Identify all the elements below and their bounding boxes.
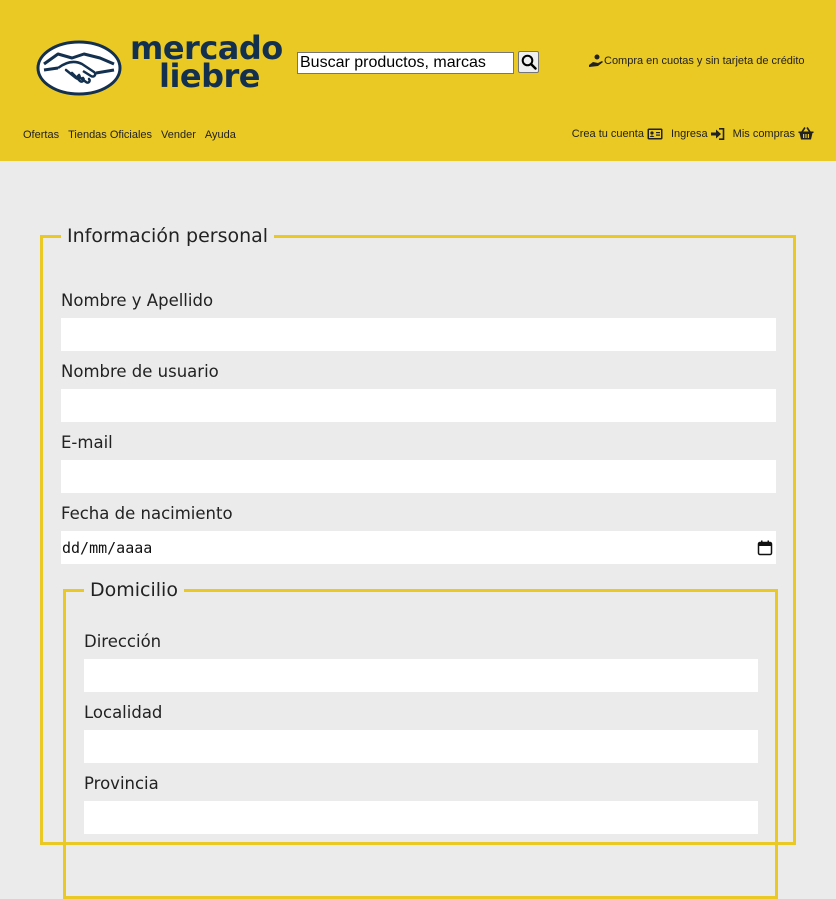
- nav-ingresa[interactable]: Ingresa: [670, 127, 725, 140]
- provincia-input[interactable]: [84, 801, 758, 834]
- search-input[interactable]: [297, 52, 514, 74]
- promo-cuotas: Compra en cuotas y sin tarjeta de crédit…: [588, 54, 805, 68]
- personal-info-fieldset: Información personal Nombre y Apellido N…: [40, 225, 796, 899]
- nav-mis-compras-label: Mis compras: [732, 127, 795, 140]
- domicilio-legend: Domicilio: [90, 579, 178, 601]
- handshake-logo-icon: [36, 40, 122, 96]
- user-nav: Crea tu cuenta Ingresa Mis compras: [572, 127, 814, 140]
- mercado-liebre-logo[interactable]: mercado liebre: [36, 32, 283, 102]
- nav-ofertas[interactable]: Ofertas: [23, 129, 59, 141]
- hand-coin-icon: [589, 54, 603, 67]
- nav-tiendas-oficiales[interactable]: Tiendas Oficiales: [68, 129, 152, 141]
- email-input[interactable]: [61, 460, 776, 493]
- nav-ingresa-label: Ingresa: [670, 127, 708, 140]
- nav-crea-cuenta-label: Crea tu cuenta: [571, 127, 644, 140]
- nav-ayuda[interactable]: Ayuda: [205, 129, 236, 141]
- field-label-fecha-nacimiento: Fecha de nacimiento: [61, 504, 233, 523]
- localidad-input[interactable]: [84, 730, 758, 763]
- personal-info-legend: Información personal: [67, 225, 269, 247]
- field-label-nombre-apellido: Nombre y Apellido: [61, 291, 214, 310]
- sign-in-icon: [710, 127, 724, 140]
- logo-wordmark: mercado liebre: [130, 32, 283, 92]
- field-label-direccion: Dirección: [84, 632, 162, 651]
- direccion-input[interactable]: [84, 659, 758, 692]
- site-header: mercado liebre Compra en cuotas y sin ta…: [0, 0, 836, 161]
- nombre-usuario-input[interactable]: [61, 389, 776, 422]
- fecha-nacimiento-input[interactable]: dd/mm/aaaa: [61, 531, 776, 564]
- main-content: Información personal Nombre y Apellido N…: [0, 161, 836, 899]
- field-label-email: E-mail: [61, 433, 113, 452]
- nombre-apellido-input[interactable]: [61, 318, 776, 351]
- nav-vender[interactable]: Vender: [161, 129, 196, 141]
- nav-mis-compras[interactable]: Mis compras: [733, 127, 814, 140]
- date-placeholder: dd/mm/aaaa: [62, 538, 153, 557]
- domicilio-fieldset: Domicilio Dirección Localidad Provincia: [63, 579, 778, 899]
- nav-crea-cuenta[interactable]: Crea tu cuenta: [572, 128, 663, 140]
- promo-text: Compra en cuotas y sin tarjeta de crédit…: [604, 55, 805, 67]
- calendar-icon[interactable]: [757, 540, 773, 556]
- shopping-basket-icon: [798, 127, 814, 140]
- search-icon: [521, 54, 537, 70]
- field-label-localidad: Localidad: [84, 703, 163, 722]
- field-label-provincia: Provincia: [84, 774, 159, 793]
- id-card-icon: [647, 128, 663, 139]
- search-button[interactable]: [518, 51, 539, 73]
- field-label-nombre-usuario: Nombre de usuario: [61, 362, 219, 381]
- main-nav: Ofertas Tiendas Oficiales Vender Ayuda: [23, 129, 236, 141]
